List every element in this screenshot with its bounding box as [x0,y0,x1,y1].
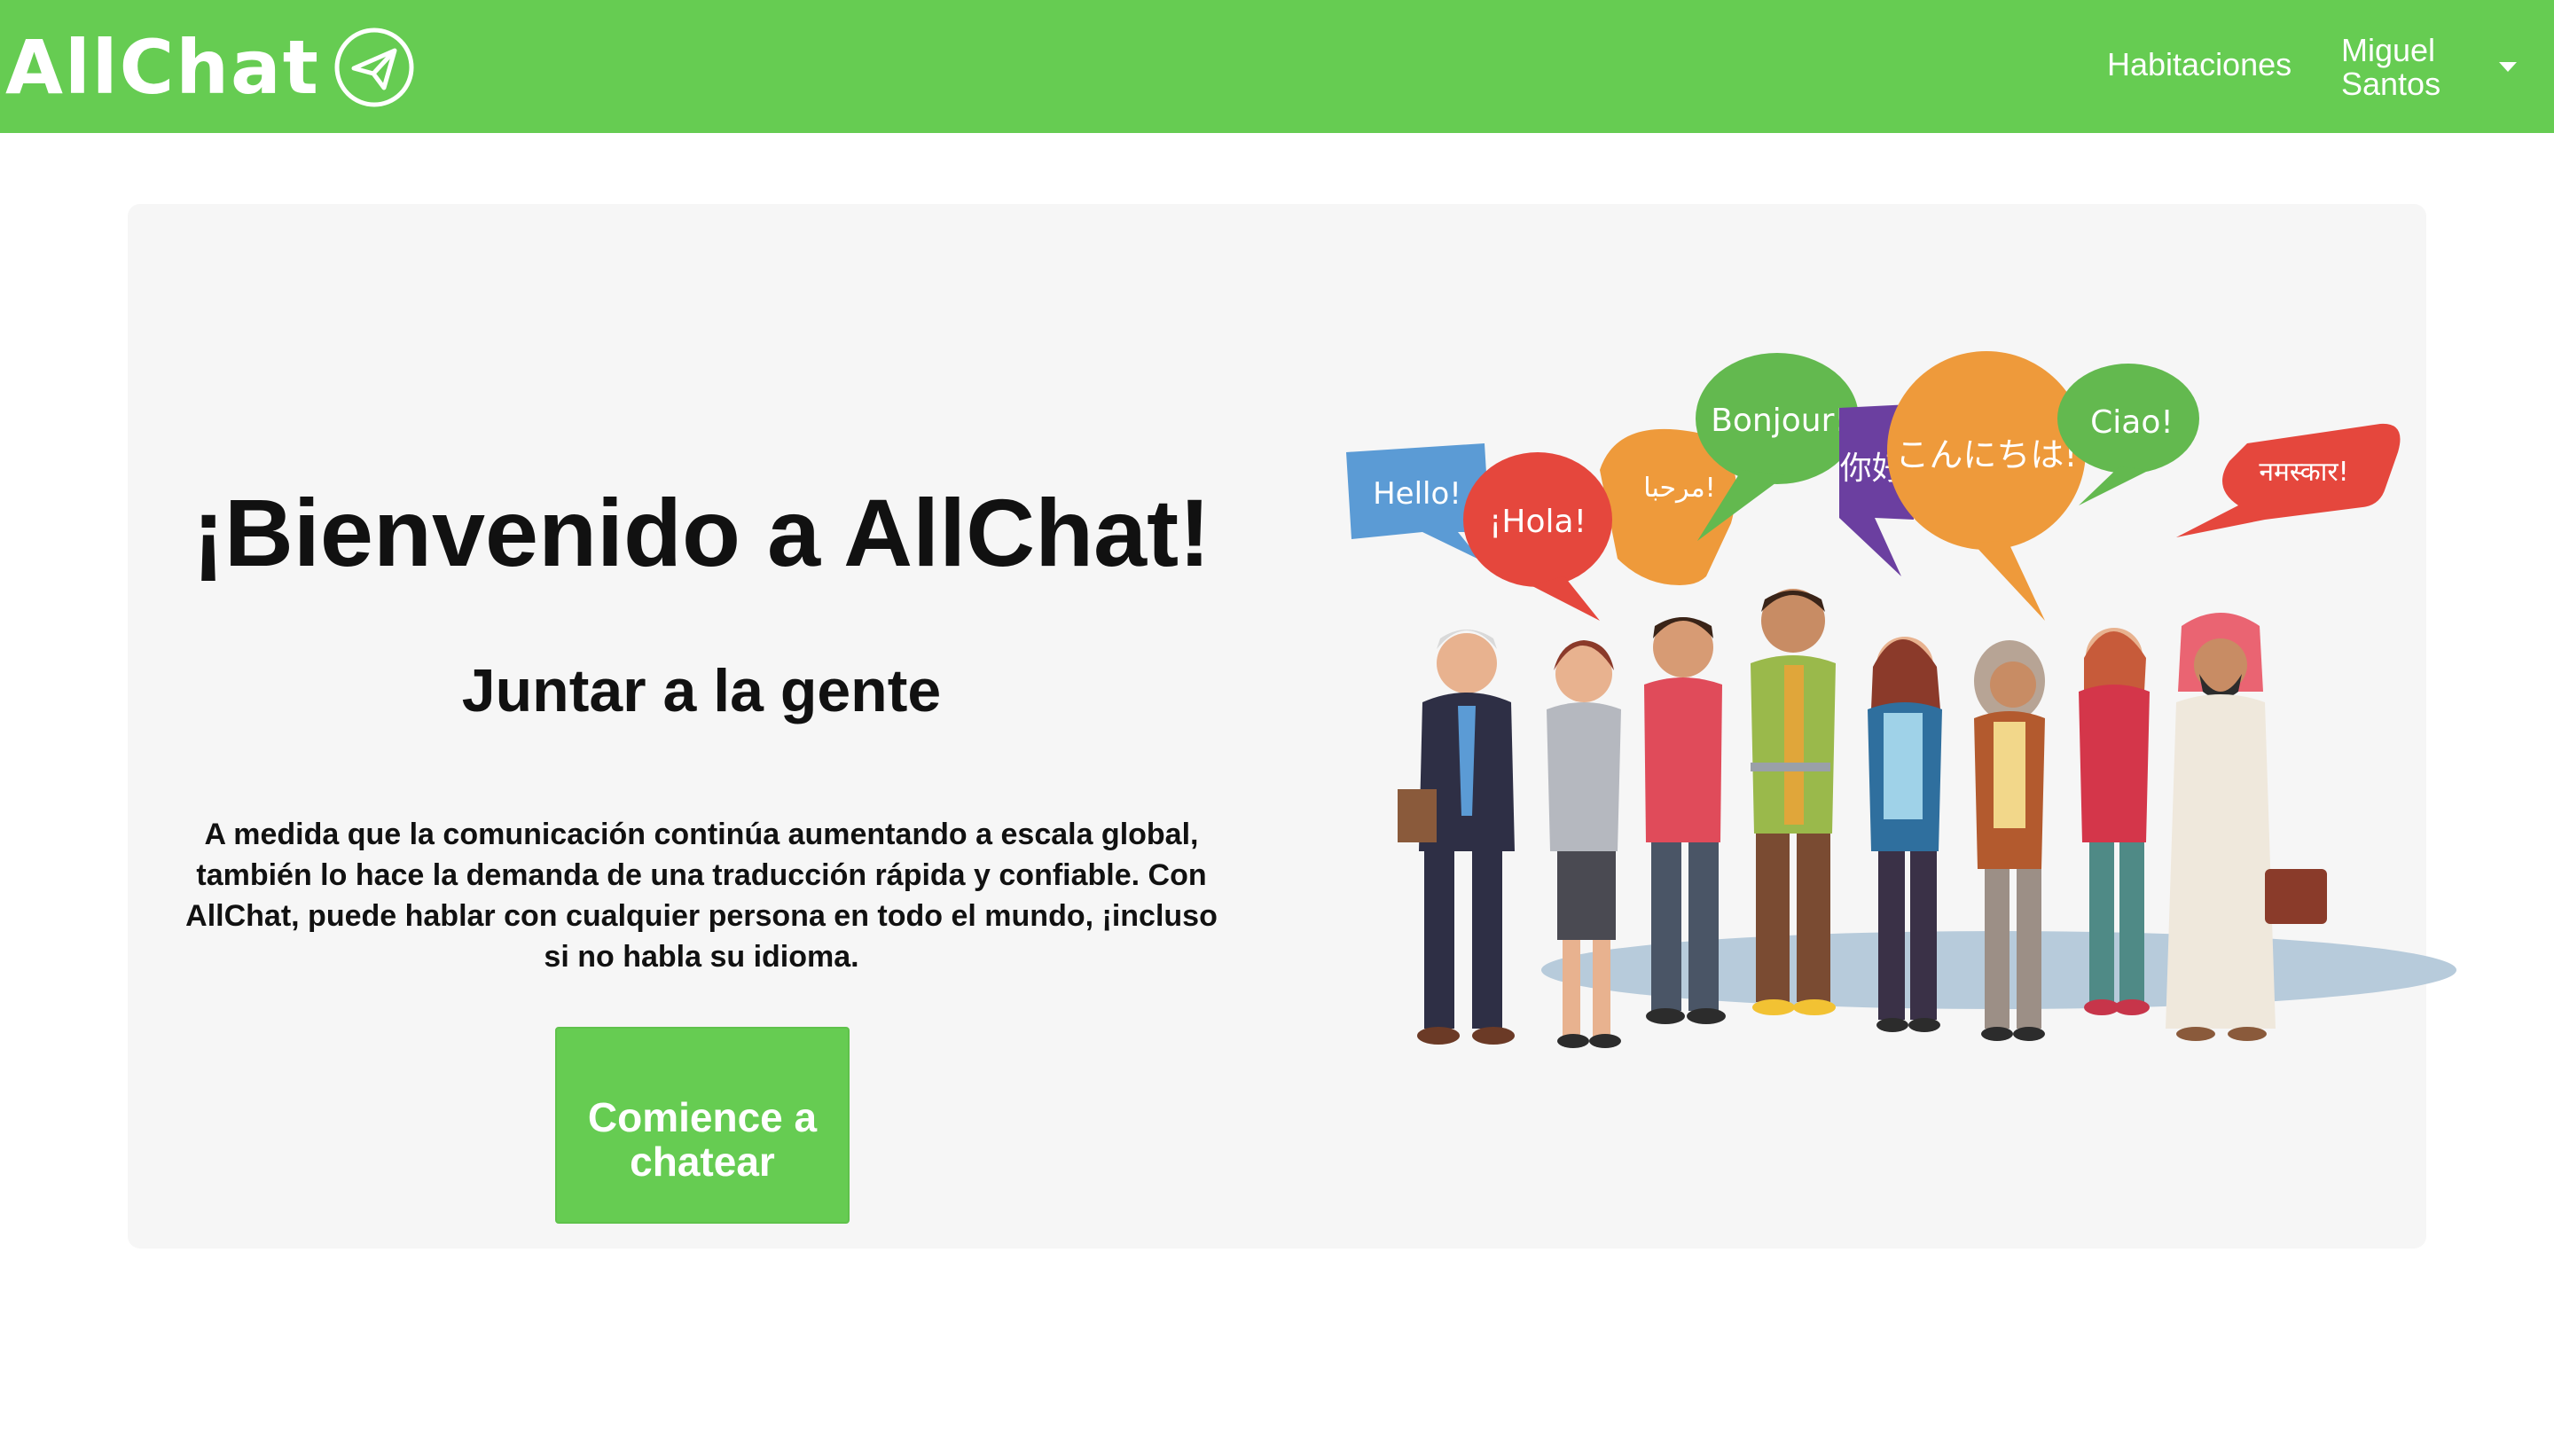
hero-card: ¡Bienvenido a AllChat! Juntar a la gente… [128,204,2456,1249]
speech-bubble-japanese: こんにちは! [1887,351,2086,621]
nav-link-rooms[interactable]: Habitaciones [2107,46,2292,83]
people-chatting-illustration: Hello! مرحبا! ¡Hola! Bonjour! 你好! こんにちは! [1346,351,2456,1048]
top-navbar: AllChat Habitaciones Miguel Santos [0,0,2554,133]
person-woman-hijab [1974,640,2045,1041]
user-menu-dropdown[interactable]: Miguel Santos [2341,34,2545,105]
speech-bubble-bonjour: Bonjour! [1696,353,1859,541]
person-woman-blue-jacket [1868,637,1942,1032]
chevron-down-icon [2499,62,2517,72]
hero-subtitle: Juntar a la gente [461,657,942,724]
bubble-text-hola: ¡Hola! [1489,504,1586,540]
bubble-text-ciao: Ciao! [2090,404,2174,441]
user-name: Miguel Santos [2341,32,2441,102]
hero-title: ¡Bienvenido a AllChat! [192,479,1211,586]
brand-name: AllChat [5,24,320,111]
bubble-text-arabic: مرحبا! [1643,473,1715,504]
bubble-text-japanese: こんにちは! [1895,435,2077,474]
person-woman-red-top [2079,628,2150,1015]
bubble-text-bonjour: Bonjour! [1711,403,1847,439]
person-woman-headset [1547,640,1621,1048]
person-businessman-elderly [1398,630,1515,1045]
speech-bubble-hola: ¡Hola! [1463,452,1612,621]
bubble-text-namaste: नमस्कार! [2259,457,2348,488]
paper-plane-icon [334,27,414,107]
bubble-text-hello: Hello! [1373,476,1461,512]
brand-logo[interactable]: AllChat [5,23,416,112]
speech-bubble-namaste: नमस्कार! [2176,423,2401,537]
hero-description: A medida que la comunicación continúa au… [185,818,1218,974]
start-chat-button[interactable]: Comience a chatear [555,1027,850,1224]
